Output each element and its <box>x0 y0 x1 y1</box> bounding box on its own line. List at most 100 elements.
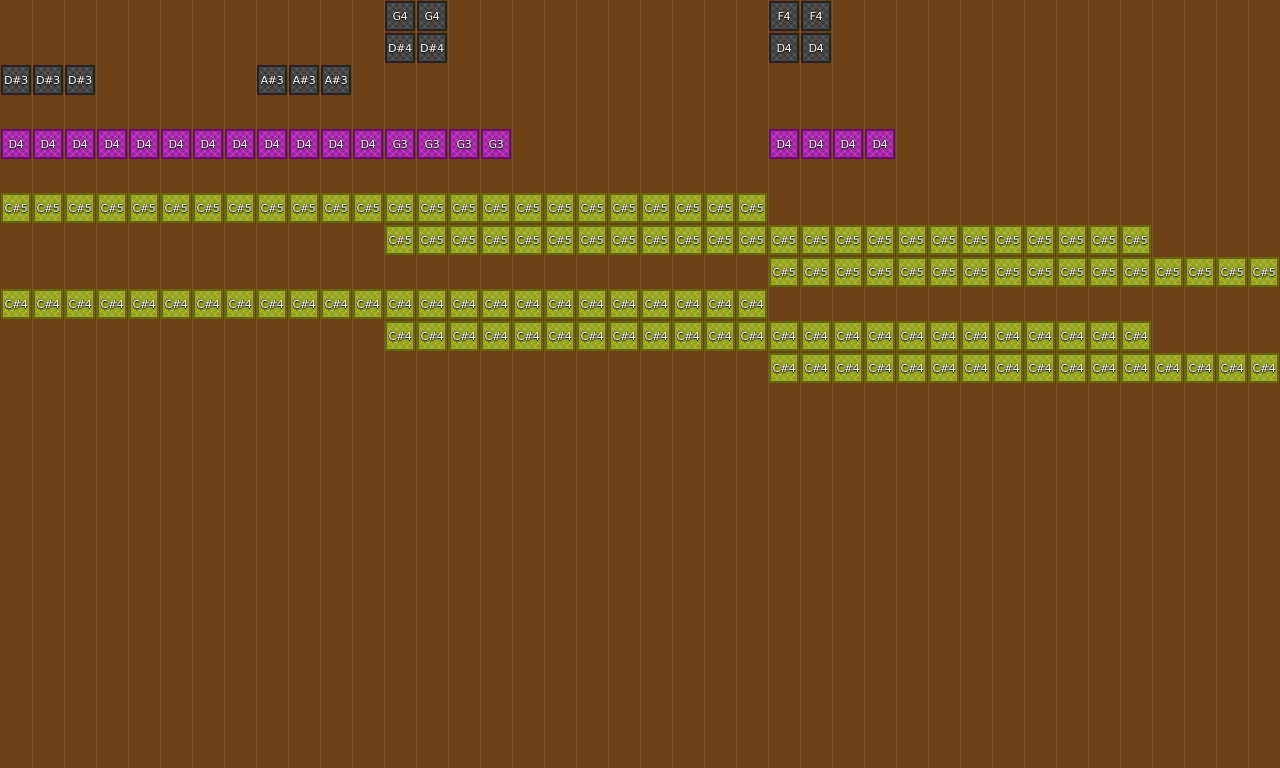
note-block[interactable]: C#5 <box>641 225 671 255</box>
note-block[interactable]: G3 <box>417 129 447 159</box>
note-block[interactable]: C#5 <box>993 257 1023 287</box>
note-block[interactable]: C#4 <box>1153 353 1183 383</box>
note-block[interactable]: A#3 <box>257 65 287 95</box>
note-block[interactable]: C#5 <box>865 225 895 255</box>
note-block[interactable]: C#5 <box>1153 257 1183 287</box>
note-block[interactable]: C#4 <box>353 289 383 319</box>
note-block[interactable]: D#3 <box>33 65 63 95</box>
note-block[interactable]: C#5 <box>737 193 767 223</box>
note-block[interactable]: C#4 <box>833 321 863 351</box>
note-block[interactable]: C#4 <box>577 289 607 319</box>
note-block[interactable]: C#5 <box>129 193 159 223</box>
note-block[interactable]: C#4 <box>801 353 831 383</box>
note-block[interactable]: C#5 <box>385 225 415 255</box>
note-block[interactable]: C#4 <box>161 289 191 319</box>
note-block[interactable]: C#5 <box>577 193 607 223</box>
note-block[interactable]: C#4 <box>769 353 799 383</box>
note-block[interactable]: C#5 <box>481 193 511 223</box>
note-block[interactable]: C#5 <box>961 257 991 287</box>
note-block[interactable]: C#4 <box>449 289 479 319</box>
note-block[interactable]: C#4 <box>961 321 991 351</box>
note-block[interactable]: C#5 <box>1025 225 1055 255</box>
note-block[interactable]: C#5 <box>257 193 287 223</box>
note-block[interactable]: C#4 <box>97 289 127 319</box>
note-block[interactable]: C#5 <box>545 193 575 223</box>
note-block[interactable]: C#4 <box>961 353 991 383</box>
note-block[interactable]: C#5 <box>513 193 543 223</box>
note-block[interactable]: C#5 <box>577 225 607 255</box>
note-block[interactable]: C#5 <box>1217 257 1247 287</box>
note-block[interactable]: C#5 <box>705 225 735 255</box>
note-block[interactable]: C#4 <box>289 289 319 319</box>
note-block[interactable]: C#5 <box>513 225 543 255</box>
note-block[interactable]: C#5 <box>1089 257 1119 287</box>
note-block[interactable]: F4 <box>801 1 831 31</box>
note-block[interactable]: C#4 <box>929 353 959 383</box>
note-block[interactable]: C#4 <box>641 289 671 319</box>
note-block[interactable]: C#5 <box>833 257 863 287</box>
note-block[interactable]: C#4 <box>993 353 1023 383</box>
note-block[interactable]: C#5 <box>801 257 831 287</box>
note-block[interactable]: C#4 <box>609 321 639 351</box>
note-block[interactable]: C#4 <box>993 321 1023 351</box>
note-block[interactable]: C#4 <box>673 321 703 351</box>
note-block[interactable]: C#4 <box>1089 321 1119 351</box>
note-block[interactable]: C#4 <box>577 321 607 351</box>
note-block[interactable]: C#5 <box>1121 257 1151 287</box>
note-block[interactable]: C#4 <box>321 289 351 319</box>
note-block[interactable]: C#5 <box>673 225 703 255</box>
note-block[interactable]: A#3 <box>289 65 319 95</box>
note-block[interactable]: D#3 <box>1 65 31 95</box>
note-block[interactable]: C#5 <box>865 257 895 287</box>
note-block[interactable]: C#5 <box>673 193 703 223</box>
note-block[interactable]: G4 <box>385 1 415 31</box>
note-block[interactable]: D4 <box>257 129 287 159</box>
note-block[interactable]: C#5 <box>417 193 447 223</box>
note-block[interactable]: C#5 <box>801 225 831 255</box>
note-block[interactable]: C#4 <box>545 289 575 319</box>
note-block[interactable]: D4 <box>225 129 255 159</box>
note-block[interactable]: C#4 <box>33 289 63 319</box>
note-block[interactable]: C#4 <box>1025 321 1055 351</box>
note-block[interactable]: D4 <box>801 33 831 63</box>
note-block[interactable]: C#4 <box>257 289 287 319</box>
note-block[interactable]: C#4 <box>897 353 927 383</box>
note-block[interactable]: C#4 <box>801 321 831 351</box>
note-block[interactable]: C#4 <box>513 321 543 351</box>
note-block[interactable]: C#5 <box>1121 225 1151 255</box>
note-block[interactable]: C#5 <box>705 193 735 223</box>
note-block[interactable]: C#5 <box>161 193 191 223</box>
note-block[interactable]: D#3 <box>65 65 95 95</box>
note-block[interactable]: C#5 <box>289 193 319 223</box>
note-block[interactable]: C#5 <box>737 225 767 255</box>
note-block[interactable]: D4 <box>865 129 895 159</box>
note-block[interactable]: D4 <box>769 33 799 63</box>
note-block[interactable]: C#4 <box>897 321 927 351</box>
note-block[interactable]: C#5 <box>929 257 959 287</box>
note-block[interactable]: C#5 <box>1249 257 1279 287</box>
note-block[interactable]: C#5 <box>961 225 991 255</box>
note-block[interactable]: G3 <box>481 129 511 159</box>
note-block[interactable]: C#5 <box>609 193 639 223</box>
note-block[interactable]: C#5 <box>1057 225 1087 255</box>
note-block[interactable]: C#4 <box>865 321 895 351</box>
note-block[interactable]: C#4 <box>481 289 511 319</box>
note-block[interactable]: C#4 <box>929 321 959 351</box>
note-block[interactable]: C#4 <box>385 289 415 319</box>
note-block[interactable]: C#5 <box>385 193 415 223</box>
note-block[interactable]: C#5 <box>193 193 223 223</box>
note-block[interactable]: C#5 <box>897 225 927 255</box>
note-block[interactable]: C#4 <box>193 289 223 319</box>
note-block[interactable]: C#5 <box>897 257 927 287</box>
note-block[interactable]: C#4 <box>769 321 799 351</box>
note-block[interactable]: C#5 <box>449 225 479 255</box>
note-block[interactable]: C#4 <box>417 321 447 351</box>
note-block[interactable]: C#4 <box>1025 353 1055 383</box>
note-block[interactable]: D4 <box>129 129 159 159</box>
note-block[interactable]: C#4 <box>1185 353 1215 383</box>
note-block[interactable]: C#4 <box>1217 353 1247 383</box>
note-block[interactable]: C#4 <box>609 289 639 319</box>
note-block[interactable]: C#4 <box>1 289 31 319</box>
note-block[interactable]: C#4 <box>513 289 543 319</box>
note-block[interactable]: C#5 <box>1185 257 1215 287</box>
